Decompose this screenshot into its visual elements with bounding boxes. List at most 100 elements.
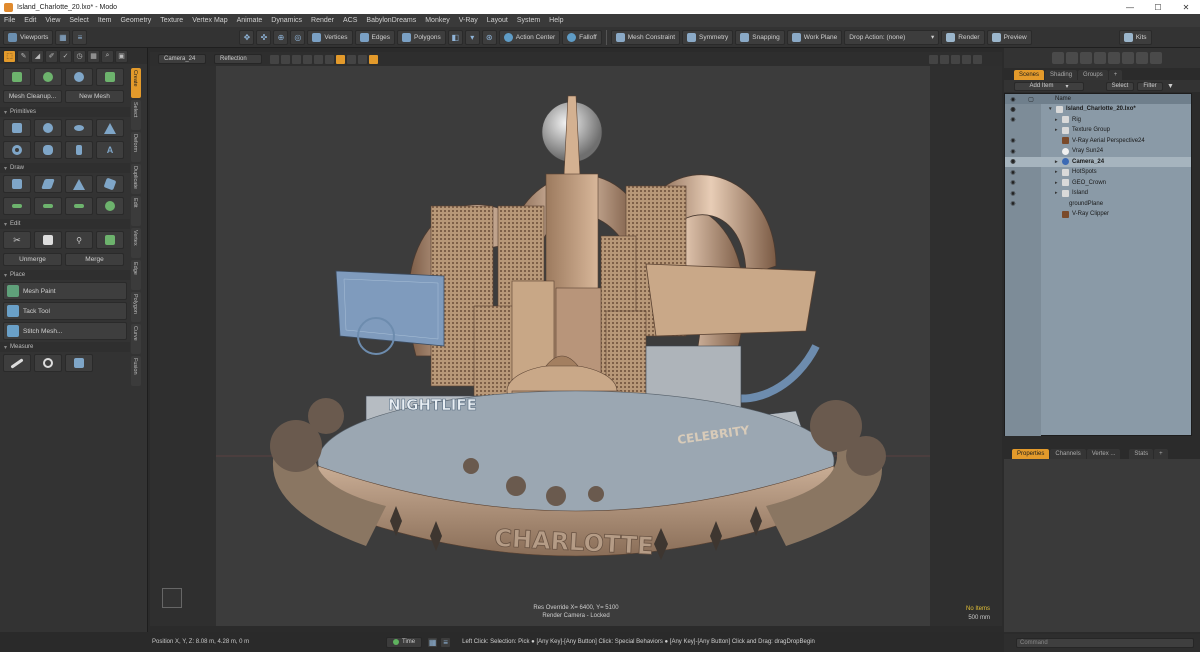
- viewport-texture-icon[interactable]: [314, 54, 323, 64]
- status-grid-icon[interactable]: ▦: [427, 636, 439, 648]
- measure-section-header[interactable]: Measure: [0, 342, 130, 352]
- menu-animate[interactable]: Animate: [237, 17, 263, 24]
- mesh-paint-button[interactable]: Mesh Paint: [3, 282, 127, 300]
- tab-stats[interactable]: Stats: [1129, 449, 1154, 459]
- tree-item-vray-aerial[interactable]: ◉ V-Ray Aerial Perspective24: [1005, 136, 1191, 147]
- viewports-button[interactable]: Viewports: [3, 29, 54, 45]
- select-mode-icon[interactable]: ✥: [239, 29, 255, 45]
- menu-help[interactable]: Help: [549, 17, 563, 24]
- unmerge-button[interactable]: Unmerge: [3, 253, 62, 266]
- curve-draw-button[interactable]: [3, 197, 31, 215]
- viewport-zoom-icon[interactable]: [951, 54, 960, 64]
- snapping-button[interactable]: Snapping: [735, 29, 785, 45]
- mesh-cleanup-button[interactable]: Mesh Cleanup...: [3, 90, 62, 103]
- tree-item-root[interactable]: ◉ ▾ Island_Charlotte_20.lxo*: [1005, 104, 1191, 115]
- chevron-right-icon[interactable]: ▸: [1055, 127, 1062, 133]
- tab-duplicate[interactable]: Duplicate: [131, 164, 141, 194]
- auto-select-icon[interactable]: ▾: [464, 29, 480, 45]
- cut-button[interactable]: ✂: [3, 231, 31, 249]
- stitch-mesh-button[interactable]: Stitch Mesh...: [3, 322, 127, 340]
- vertices-mode-button[interactable]: Vertices: [307, 29, 353, 45]
- viewport-options-icon[interactable]: [973, 54, 982, 64]
- place-section-header[interactable]: Place: [0, 270, 130, 280]
- menu-geometry[interactable]: Geometry: [120, 17, 151, 24]
- menu-babylondreams[interactable]: BabylonDreams: [366, 17, 416, 24]
- panel-options-icon[interactable]: ▣: [115, 49, 128, 63]
- tree-item-vray-sun[interactable]: ◉ Vray Sun24: [1005, 146, 1191, 157]
- text-primitive-button[interactable]: A: [96, 141, 124, 159]
- shelf-camera-icon[interactable]: [1094, 52, 1106, 64]
- viewport-layout-icon[interactable]: [281, 54, 290, 64]
- clock-icon[interactable]: ◷: [73, 49, 86, 63]
- tab-vertex[interactable]: Vertex: [131, 228, 141, 258]
- measure-box-button[interactable]: [65, 354, 93, 372]
- tab-edge[interactable]: Edge: [131, 260, 141, 290]
- create-locator-button[interactable]: [3, 68, 31, 86]
- ellipsoid-primitive-button[interactable]: [65, 119, 93, 137]
- shelf-texture-icon[interactable]: [1122, 52, 1134, 64]
- close-button[interactable]: ✕: [1172, 3, 1200, 12]
- name-column-header[interactable]: Name: [1055, 96, 1071, 102]
- menu-file[interactable]: File: [4, 17, 15, 24]
- torus-primitive-button[interactable]: [3, 141, 31, 159]
- delete-button[interactable]: [96, 231, 124, 249]
- brush-tool-icon[interactable]: ✓: [59, 49, 72, 63]
- chevron-down-icon[interactable]: ▾: [1049, 106, 1056, 112]
- menu-render[interactable]: Render: [311, 17, 334, 24]
- polygon-draw-button[interactable]: [34, 175, 62, 193]
- menu-dynamics[interactable]: Dynamics: [271, 17, 302, 24]
- tab-edit[interactable]: Edit: [131, 196, 141, 226]
- eye-icon[interactable]: ◉: [1005, 158, 1021, 165]
- filter-button[interactable]: Filter: [1137, 81, 1163, 91]
- menu-acs[interactable]: ACS: [343, 17, 357, 24]
- eye-icon[interactable]: ◉: [1005, 169, 1021, 176]
- tree-item-hotspots[interactable]: ◉ ▸ HotSpots: [1005, 167, 1191, 178]
- work-plane-button[interactable]: Work Plane: [786, 29, 843, 45]
- viewport-maximize-icon[interactable]: [962, 54, 971, 64]
- tab-props-add[interactable]: +: [1154, 449, 1168, 459]
- protractor-button[interactable]: [34, 354, 62, 372]
- tree-item-groundplane[interactable]: ◉ groundPlane: [1005, 199, 1191, 210]
- minimize-button[interactable]: —: [1116, 3, 1144, 12]
- select-tool-icon[interactable]: ⬚: [3, 49, 16, 63]
- tree-item-camera[interactable]: ◉ ▸ Camera_24: [1005, 156, 1191, 167]
- shelf-render-icon[interactable]: [1052, 52, 1064, 64]
- select-center-icon[interactable]: ◎: [290, 29, 306, 45]
- menu-edit[interactable]: Edit: [24, 17, 36, 24]
- edit-section-header[interactable]: Edit: [0, 219, 130, 229]
- viewport-wire-icon[interactable]: [292, 54, 301, 64]
- shelf-environment-icon[interactable]: [1108, 52, 1120, 64]
- viewport-solid-icon[interactable]: [303, 54, 312, 64]
- select-pivot-icon[interactable]: ⊕: [273, 29, 289, 45]
- kits-button[interactable]: Kits: [1118, 29, 1152, 45]
- tab-vertex[interactable]: Vertex ...: [1086, 449, 1121, 459]
- materials-mode-icon[interactable]: ◧: [447, 29, 463, 45]
- 3d-viewport[interactable]: NIGHTLIFE CELEBRITY CHARLOTTE Res Overri…: [150, 66, 1002, 626]
- lasso-tool-icon[interactable]: ✎: [17, 49, 30, 63]
- outliner-scrollbar[interactable]: [1193, 93, 1200, 436]
- draw-section-header[interactable]: Draw: [0, 163, 130, 173]
- create-light-button[interactable]: [65, 68, 93, 86]
- chevron-right-icon[interactable]: ▸: [1055, 180, 1062, 186]
- tree-item-rig[interactable]: ◉ ▸ Rig: [1005, 115, 1191, 126]
- polygons-mode-button[interactable]: Polygons: [396, 29, 446, 45]
- tab-create[interactable]: Create: [131, 68, 141, 98]
- layout-grid-icon[interactable]: ▦: [55, 29, 71, 45]
- mesh-constraint-button[interactable]: Mesh Constraint: [610, 29, 681, 45]
- add-item-dropdown[interactable]: Add Item ▾: [1014, 81, 1084, 91]
- render-button[interactable]: Render: [941, 29, 985, 45]
- pen-tool-icon[interactable]: ✐: [45, 49, 58, 63]
- layout-list-icon[interactable]: ≡: [72, 29, 88, 45]
- eye-icon[interactable]: ◉: [1005, 137, 1021, 144]
- shelf-light-icon[interactable]: [1080, 52, 1092, 64]
- viewport-render-icon[interactable]: [347, 54, 356, 64]
- viewport-move-icon[interactable]: [929, 54, 938, 64]
- tab-polygon[interactable]: Polygon: [131, 292, 141, 322]
- merge-button[interactable]: Merge: [65, 253, 124, 266]
- filter-funnel-icon[interactable]: ▼: [1167, 83, 1174, 90]
- tab-deform[interactable]: Deform: [131, 132, 141, 162]
- bezier-draw-button[interactable]: [65, 175, 93, 193]
- eye-icon[interactable]: ◉: [1005, 179, 1021, 186]
- spline-draw-button[interactable]: [34, 197, 62, 215]
- viewport-rotate-icon[interactable]: [940, 54, 949, 64]
